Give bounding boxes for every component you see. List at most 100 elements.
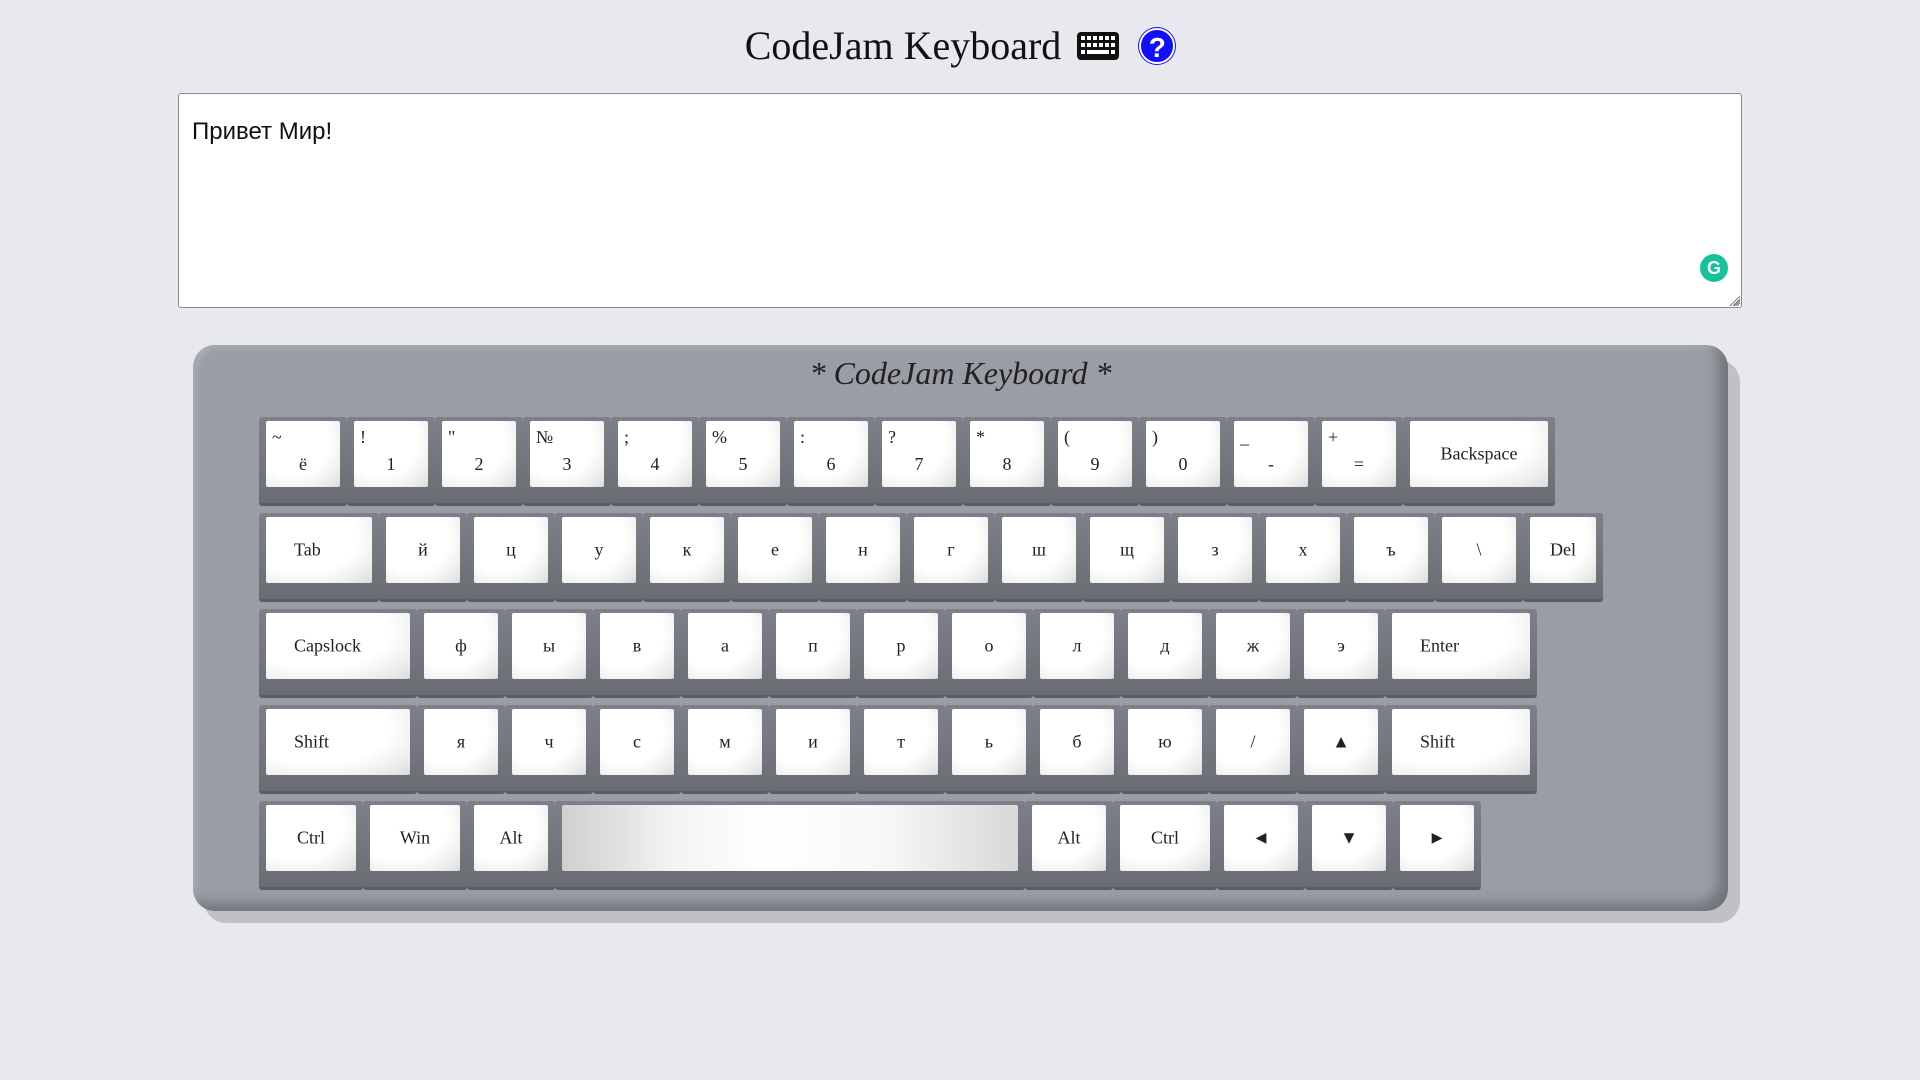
key-tab[interactable]: Tab [259, 513, 379, 599]
key-char[interactable]: ь [945, 705, 1033, 791]
key-label: Enter [1420, 635, 1459, 656]
key-char[interactable]: м [681, 705, 769, 791]
key-capslock[interactable]: Capslock [259, 609, 417, 695]
key-char[interactable]: е [731, 513, 819, 599]
key-char[interactable]: ч [505, 705, 593, 791]
grammarly-icon[interactable]: G [1700, 254, 1728, 282]
key-char[interactable]: ы [505, 609, 593, 695]
key-char[interactable]: ш [995, 513, 1083, 599]
key-shift[interactable]: Shift [259, 705, 417, 791]
key-label: ж [1246, 635, 1260, 656]
key-char[interactable]: % 5 [699, 417, 787, 503]
key-label: Ctrl [1150, 827, 1179, 848]
key-char[interactable]: ? 7 [875, 417, 963, 503]
key-shift[interactable]: Shift [1385, 705, 1537, 791]
key-char[interactable]: т [857, 705, 945, 791]
key-char[interactable]: ! 1 [347, 417, 435, 503]
key-label: 1 [386, 454, 396, 474]
key-char[interactable]: н [819, 513, 907, 599]
key-char[interactable]: з [1171, 513, 1259, 599]
key-char[interactable]: * 8 [963, 417, 1051, 503]
key-char[interactable]: (9 [1051, 417, 1139, 503]
key-label: ▼ [1340, 827, 1358, 848]
key-backspace[interactable]: Backspace [1403, 417, 1555, 503]
key-char[interactable]: ж [1209, 609, 1297, 695]
key-char[interactable]: б [1033, 705, 1121, 791]
key-win[interactable]: Win [363, 801, 467, 887]
key-label: - [1268, 454, 1274, 474]
key-char[interactable]: и [769, 705, 857, 791]
key-ctrl[interactable]: Ctrl [259, 801, 363, 887]
key-shift-label: ? [888, 427, 896, 447]
key-char[interactable]: ; 4 [611, 417, 699, 503]
key-enter[interactable]: Enter [1385, 609, 1537, 695]
key-char[interactable]: \ [1435, 513, 1523, 599]
key-ctrl[interactable]: Ctrl [1113, 801, 1217, 887]
key-shift-label: ~ [272, 427, 282, 447]
key-arrow-right[interactable]: ► [1393, 801, 1481, 887]
key-arrow-down[interactable]: ▼ [1305, 801, 1393, 887]
key-char[interactable]: с [593, 705, 681, 791]
key-char[interactable]: ю [1121, 705, 1209, 791]
resize-handle[interactable] [1728, 294, 1740, 306]
key-label: з [1211, 539, 1219, 560]
key-label: щ [1120, 539, 1134, 560]
key-label: э [1337, 635, 1345, 656]
key-label: Shift [294, 731, 330, 752]
key-arrow-left[interactable]: ◄ [1217, 801, 1305, 887]
key-char[interactable]: э [1297, 609, 1385, 695]
key-label: ю [1158, 731, 1172, 752]
key-label: Alt [499, 827, 523, 848]
key-shift-label: % [712, 427, 727, 447]
key-char[interactable]: ф [417, 609, 505, 695]
key-label: м [719, 731, 731, 752]
key-alt[interactable]: Alt [467, 801, 555, 887]
key-char[interactable]: + = [1315, 417, 1403, 503]
key-label: к [682, 539, 692, 560]
key-label: = [1353, 454, 1365, 474]
key-char[interactable]: ~ ё [259, 417, 347, 503]
key-char[interactable]: й [379, 513, 467, 599]
key-label: я [456, 731, 466, 752]
key-label: Tab [294, 539, 321, 560]
key-char[interactable]: а [681, 609, 769, 695]
key-char[interactable]: _ - [1227, 417, 1315, 503]
key-arrow-up[interactable]: ▲ [1297, 705, 1385, 791]
key-label: ц [506, 539, 516, 560]
key-char[interactable]: ъ [1347, 513, 1435, 599]
key-char[interactable]: :6 [787, 417, 875, 503]
key-space[interactable] [555, 801, 1025, 887]
key-char[interactable]: п [769, 609, 857, 695]
key-char[interactable]: х [1259, 513, 1347, 599]
key-char[interactable]: щ [1083, 513, 1171, 599]
key-label: 6 [826, 454, 836, 474]
key-label: й [418, 539, 428, 560]
key-char[interactable]: р [857, 609, 945, 695]
key-char[interactable]: д [1121, 609, 1209, 695]
key-label: с [633, 731, 641, 752]
key-char[interactable]: о [945, 609, 1033, 695]
key-label: 2 [474, 454, 484, 474]
key-char[interactable]: я [417, 705, 505, 791]
key-label: ш [1032, 539, 1046, 560]
key-char[interactable]: ц [467, 513, 555, 599]
key-label: ъ [1386, 539, 1396, 560]
key-label: е [771, 539, 779, 560]
key-shift-label: ( [1064, 427, 1070, 447]
key-char[interactable]: ) 0 [1139, 417, 1227, 503]
help-icon[interactable]: ? [1139, 27, 1176, 64]
key-alt[interactable]: Alt [1025, 801, 1113, 887]
key-char[interactable]: у [555, 513, 643, 599]
key-char[interactable]: № 3 [523, 417, 611, 503]
key-char[interactable]: л [1033, 609, 1121, 695]
key-del[interactable]: Del [1523, 513, 1603, 599]
key-char[interactable]: г [907, 513, 995, 599]
key-char[interactable]: к [643, 513, 731, 599]
key-char[interactable]: / [1209, 705, 1297, 791]
key-label: р [896, 635, 906, 656]
key-label: ф [455, 635, 467, 656]
key-char[interactable]: " 2 [435, 417, 523, 503]
key-char[interactable]: в [593, 609, 681, 695]
key-label: / [1250, 731, 1256, 752]
text-editor[interactable] [178, 93, 1742, 308]
